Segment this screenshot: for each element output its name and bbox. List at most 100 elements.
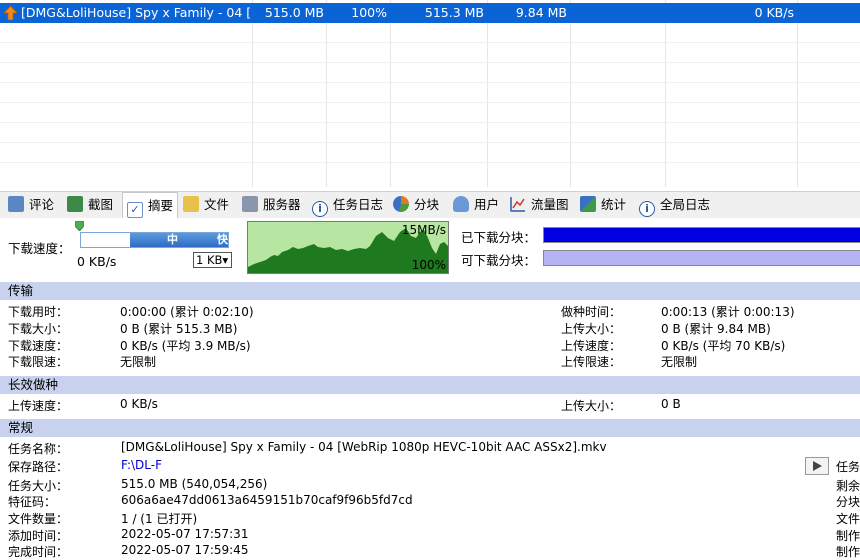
- upload-speed-value: 0 KB/s (平均 70 KB/s): [661, 339, 786, 353]
- tab-global-log[interactable]: i 全局日志: [639, 194, 710, 217]
- column-divider: [665, 0, 666, 187]
- play-icon: [813, 461, 822, 471]
- added-time-value: 2022-05-07 17:57:31: [121, 527, 249, 541]
- slider-thumb-icon[interactable]: [75, 221, 84, 231]
- download-speed-value: 0 KB/s: [77, 254, 117, 269]
- summary-icon: ✓: [127, 202, 143, 218]
- detail-tabs: 评论 截图 ✓ 摘要 文件 服务器 i 任务日志 分块 用户 流量图 统计 i 全局日…: [0, 191, 860, 220]
- download-time-value: 0:00:00 (累计 0:02:10): [120, 305, 254, 319]
- download-size-value: 0 B (累计 515.3 MB): [120, 322, 238, 336]
- right-col-label: 文件: [836, 512, 860, 526]
- graph-progress-label: 100%: [411, 258, 446, 272]
- download-limit-label: 下载限速：: [8, 355, 69, 369]
- seeding-upload-size-value: 0 B: [661, 397, 681, 411]
- task-size-value: 515.0 MB (540,054,256): [121, 477, 268, 491]
- column-divider: [487, 0, 488, 187]
- file-count-value: 1 / (1 已打开): [121, 512, 198, 526]
- column-divider: [797, 0, 798, 187]
- task-size-label: 任务大小：: [8, 479, 69, 493]
- speed-graph: 15MB/s 100%: [247, 221, 449, 274]
- info-icon: i: [312, 201, 328, 217]
- task-name-label: 任务名称：: [8, 442, 69, 456]
- row-divider: [0, 62, 860, 63]
- server-icon: [242, 196, 258, 212]
- info-icon: i: [639, 201, 655, 217]
- traffic-chart-icon: [510, 197, 525, 212]
- tab-servers[interactable]: 服务器: [242, 194, 301, 216]
- save-path-link[interactable]: F:\DL-F: [121, 458, 162, 472]
- info-hash-label: 特征码：: [8, 495, 57, 509]
- right-col-label: 制作: [836, 529, 860, 543]
- section-long-term-seeding: 长效做种: [0, 376, 860, 394]
- row-divider: [0, 142, 860, 143]
- comment-icon: [8, 196, 24, 212]
- info-hash-value: 606a6ae47dd0613a6459151b70caf9f96b5fd7cd: [121, 493, 413, 507]
- slider-mid-label: 中: [167, 233, 178, 246]
- section-transfer: 传输: [0, 282, 860, 300]
- task-row[interactable]: [DMG&LoliHouse] Spy x Family - 04 [W... …: [0, 3, 860, 23]
- completed-time-label: 完成时间：: [8, 545, 69, 559]
- tab-files[interactable]: 文件: [183, 194, 229, 216]
- summary-speed-area: 下载速度： 中 快 0 KB/s 1 KB▾ 15MB/s 100% 已下载分块…: [0, 218, 860, 278]
- added-time-label: 添加时间：: [8, 529, 69, 543]
- task-upload-speed: 0 KB/s: [754, 5, 794, 20]
- seeding-upload-speed-label: 上传速度：: [8, 399, 69, 413]
- downloaded-blocks-bar: [543, 227, 860, 243]
- column-divider: [326, 0, 327, 187]
- file-count-label: 文件数量：: [8, 512, 69, 526]
- tab-task-log[interactable]: i 任务日志: [312, 194, 383, 217]
- screenshot-icon: [67, 196, 83, 212]
- task-progress: 100%: [351, 5, 387, 20]
- download-speed-row-label: 下载速度：: [8, 339, 69, 353]
- stats-icon: [580, 196, 596, 212]
- downloaded-blocks-label: 已下载分块：: [461, 230, 537, 245]
- row-divider: [0, 102, 860, 103]
- completed-time-value: 2022-05-07 17:59:45: [121, 543, 249, 557]
- download-speed-label: 下载速度：: [8, 241, 71, 256]
- download-speed-row-value: 0 KB/s (平均 3.9 MB/s): [120, 339, 251, 353]
- upload-limit-value: 无限制: [661, 355, 698, 369]
- tab-summary[interactable]: ✓ 摘要: [122, 192, 179, 220]
- task-downloaded: 515.3 MB: [424, 5, 484, 20]
- upload-size-label: 上传大小：: [561, 322, 622, 336]
- available-blocks-bar: [543, 250, 860, 266]
- tab-pieces[interactable]: 分块: [393, 194, 439, 216]
- tab-screenshots[interactable]: 截图: [67, 194, 113, 216]
- upload-arrow-icon: [4, 6, 17, 20]
- task-size: 515.0 MB: [264, 5, 324, 20]
- tab-peers[interactable]: 用户: [453, 194, 499, 216]
- row-divider: [0, 82, 860, 83]
- right-col-label: 任务: [836, 460, 860, 474]
- play-button[interactable]: [805, 457, 829, 475]
- task-name-value: [DMG&LoliHouse] Spy x Family - 04 [WebRi…: [121, 440, 607, 454]
- user-icon: [453, 196, 469, 212]
- tab-traffic-graph[interactable]: 流量图: [510, 194, 569, 216]
- seeding-upload-speed-value: 0 KB/s: [120, 397, 158, 411]
- upload-limit-label: 上传限速：: [561, 355, 622, 369]
- file-icon: [183, 196, 199, 212]
- seeding-upload-size-label: 上传大小：: [561, 399, 622, 413]
- slider-fast-label: 快: [217, 233, 228, 246]
- save-path-label: 保存路径：: [8, 460, 69, 474]
- upload-size-value: 0 B (累计 9.84 MB): [661, 322, 771, 336]
- available-blocks-label: 可下载分块：: [461, 253, 537, 268]
- column-divider: [252, 0, 253, 187]
- right-col-label: 剩余: [836, 479, 860, 493]
- graph-max-label: 15MB/s: [401, 223, 446, 237]
- tab-comments[interactable]: 评论: [8, 194, 54, 216]
- slider-fill: [130, 233, 228, 247]
- seed-time-value: 0:00:13 (累计 0:00:13): [661, 305, 795, 319]
- tab-statistics[interactable]: 统计: [580, 194, 626, 216]
- row-divider: [0, 162, 860, 163]
- column-divider: [570, 0, 571, 187]
- download-speed-slider[interactable]: 中 快: [80, 232, 229, 248]
- task-list[interactable]: [DMG&LoliHouse] Spy x Family - 04 [W... …: [0, 0, 860, 187]
- task-uploaded: 9.84 MB: [515, 5, 567, 20]
- right-col-label: 制作: [836, 545, 860, 559]
- seed-time-label: 做种时间：: [561, 305, 622, 319]
- speed-limit-select[interactable]: 1 KB▾: [193, 252, 232, 268]
- task-name: [DMG&LoliHouse] Spy x Family - 04 [W...: [21, 5, 251, 20]
- section-general: 常规: [0, 419, 860, 437]
- download-limit-value: 无限制: [120, 355, 157, 369]
- download-size-label: 下载大小：: [8, 322, 69, 336]
